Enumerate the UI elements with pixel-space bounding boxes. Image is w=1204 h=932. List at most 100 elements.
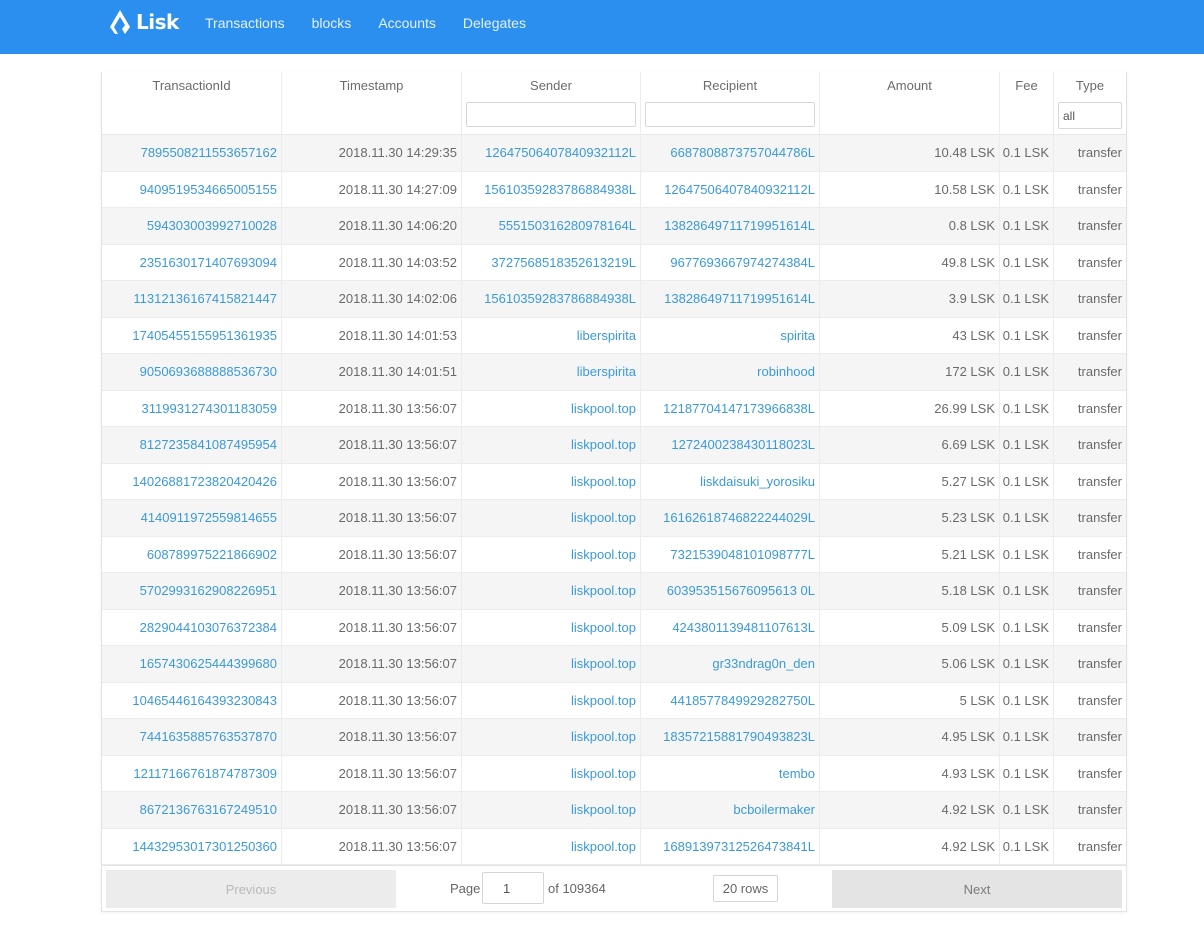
recipient-cell[interactable]: 16162618746822244029L <box>641 500 820 536</box>
nav-blocks[interactable]: blocks <box>312 15 352 31</box>
recipient-cell[interactable]: 13828649711719951614L <box>641 208 820 244</box>
nav-delegates[interactable]: Delegates <box>463 15 526 31</box>
recipient-filter-input[interactable] <box>645 102 815 127</box>
column-label: Recipient <box>702 78 758 93</box>
type-cell: transfer <box>1077 327 1122 343</box>
amount-cell: 5.06 LSK <box>820 646 1000 682</box>
transaction-id-cell[interactable]: 5702993162908226951 <box>102 573 282 609</box>
next-button[interactable]: Next <box>832 870 1122 908</box>
timestamp-cell: 2018.11.30 14:02:06 <box>282 281 462 317</box>
sender-cell[interactable]: liskpool.top <box>462 646 641 682</box>
recipient-cell[interactable]: gr33ndrag0n_den <box>641 646 820 682</box>
transaction-id-cell[interactable]: 2351630171407693094 <box>102 244 282 281</box>
nav-transactions[interactable]: Transactions <box>205 15 285 31</box>
recipient-cell[interactable]: 6687808873757044786L <box>641 135 820 171</box>
recipient-cell[interactable]: 18357215881790493823L <box>641 719 820 755</box>
sender-cell[interactable]: liskpool.top <box>462 755 641 792</box>
transaction-id-cell[interactable]: 14432953017301250360 <box>102 828 282 865</box>
transaction-id-cell[interactable]: 8127235841087495954 <box>102 427 282 463</box>
transaction-id-cell[interactable]: 10465446164393230843 <box>102 682 282 719</box>
sender-cell[interactable]: liskpool.top <box>462 427 641 463</box>
fee-cell: 0.1 LSK <box>1000 792 1054 828</box>
column-label: Type <box>1075 78 1105 93</box>
transaction-id-cell[interactable]: 12117166761874787309 <box>102 755 282 792</box>
transaction-id-cell[interactable]: 3119931274301183059 <box>102 390 282 427</box>
recipient-cell[interactable]: 16891397312526473841L <box>641 828 820 865</box>
table-row: 14026881723820420426 2018.11.30 13:56:07 l… <box>102 463 1126 500</box>
type-cell: transfer <box>1077 364 1122 379</box>
timestamp-cell: 2018.11.30 14:01:51 <box>282 354 462 390</box>
table-row: 11312136167415821447 2018.11.30 14:02:06 1… <box>102 281 1126 318</box>
type-cell: transfer <box>1077 729 1122 744</box>
sender-cell[interactable]: liskpool.top <box>462 682 641 719</box>
transaction-id-cell[interactable]: 594303003992710028 <box>102 208 282 244</box>
timestamp-cell: 2018.11.30 13:56:07 <box>282 390 462 427</box>
transaction-id-cell[interactable]: 11312136167415821447 <box>102 281 282 317</box>
sender-cell[interactable]: liberspirita <box>462 354 641 390</box>
recipient-cell[interactable]: 1272400238430118023L <box>641 427 820 463</box>
sender-cell[interactable]: 15610359283786884938L <box>462 171 641 208</box>
recipient-cell[interactable]: spirita <box>641 317 820 354</box>
recipient-cell[interactable]: 12187704147173966838L <box>641 390 820 427</box>
previous-button[interactable]: Previous <box>106 870 396 908</box>
sender-cell[interactable]: liberspirita <box>462 317 641 354</box>
top-navbar: Lisk Transactions blocks Accounts Delega… <box>0 0 1204 54</box>
sender-cell[interactable]: 555150316280978164L <box>462 208 641 244</box>
table-row: 9050693688888536730 2018.11.30 14:01:51 li… <box>102 354 1126 391</box>
rows-per-page-select[interactable]: 20 rows <box>713 875 778 902</box>
sender-cell[interactable]: liskpool.top <box>462 609 641 646</box>
transaction-id-cell[interactable]: 4140911972559814655 <box>102 500 282 536</box>
amount-cell: 3.9 LSK <box>820 281 1000 317</box>
transaction-id-cell[interactable]: 9409519534665005155 <box>102 171 282 208</box>
sender-cell[interactable]: 3727568518352613219L <box>462 244 641 281</box>
sender-cell[interactable]: liskpool.top <box>462 390 641 427</box>
sender-cell[interactable]: liskpool.top <box>462 536 641 573</box>
sender-cell[interactable]: 12647506407840932112L <box>462 135 641 171</box>
sender-filter-input[interactable] <box>466 102 636 127</box>
recipient-cell[interactable]: 12647506407840932112L <box>641 171 820 208</box>
transaction-id-cell[interactable]: 608789975221866902 <box>102 536 282 573</box>
transaction-id-cell[interactable]: 1657430625444399680 <box>102 646 282 682</box>
recipient-cell[interactable]: 13828649711719951614L <box>641 281 820 317</box>
recipient-cell[interactable]: 7321539048101098777L <box>641 536 820 573</box>
timestamp-cell: 2018.11.30 13:56:07 <box>282 792 462 828</box>
nav-accounts[interactable]: Accounts <box>378 15 436 31</box>
sender-cell[interactable]: liskpool.top <box>462 500 641 536</box>
amount-cell: 0.8 LSK <box>820 208 1000 244</box>
fee-cell: 0.1 LSK <box>1000 171 1054 208</box>
recipient-cell[interactable]: robinhood <box>641 354 820 390</box>
recipient-cell[interactable]: liskdaisuki_yorosiku <box>641 463 820 500</box>
sender-cell[interactable]: liskpool.top <box>462 573 641 609</box>
fee-cell: 0.1 LSK <box>1000 427 1054 463</box>
sender-cell[interactable]: liskpool.top <box>462 828 641 865</box>
sender-cell[interactable]: liskpool.top <box>462 463 641 500</box>
timestamp-cell: 2018.11.30 14:03:52 <box>282 244 462 281</box>
table-row: 4140911972559814655 2018.11.30 13:56:07 li… <box>102 500 1126 537</box>
transaction-id-cell[interactable]: 17405455155951361935 <box>102 317 282 354</box>
sender-cell[interactable]: liskpool.top <box>462 792 641 828</box>
amount-cell: 43 LSK <box>820 317 1000 354</box>
amount-cell: 10.48 LSK <box>820 135 1000 171</box>
transaction-id-cell[interactable]: 2829044103076372384 <box>102 609 282 646</box>
timestamp-cell: 2018.11.30 13:56:07 <box>282 646 462 682</box>
recipient-cell[interactable]: bcboilermaker <box>641 792 820 828</box>
sender-cell[interactable]: liskpool.top <box>462 719 641 755</box>
fee-cell: 0.1 LSK <box>1000 646 1054 682</box>
type-filter-select[interactable]: all <box>1058 102 1122 129</box>
transaction-id-cell[interactable]: 7895508211553657162 <box>102 135 282 171</box>
sender-cell[interactable]: 15610359283786884938L <box>462 281 641 317</box>
type-cell: transfer <box>1077 765 1122 781</box>
recipient-cell[interactable]: 4243801139481107613L <box>641 609 820 646</box>
recipient-cell[interactable]: tembo <box>641 755 820 792</box>
recipient-cell[interactable]: 4418577849929282750L <box>641 682 820 719</box>
lisk-logo[interactable]: Lisk <box>108 8 179 36</box>
transaction-id-cell[interactable]: 9050693688888536730 <box>102 354 282 390</box>
timestamp-cell: 2018.11.30 14:27:09 <box>282 171 462 208</box>
transaction-id-cell[interactable]: 8672136763167249510 <box>102 792 282 828</box>
transaction-id-cell[interactable]: 14026881723820420426 <box>102 463 282 500</box>
transaction-id-cell[interactable]: 7441635885763537870 <box>102 719 282 755</box>
table-row: 5702993162908226951 2018.11.30 13:56:07 li… <box>102 573 1126 610</box>
recipient-cell[interactable]: 603953515676095613 0L <box>641 573 820 609</box>
recipient-cell[interactable]: 9677693667974274384L <box>641 244 820 281</box>
page-number-input[interactable] <box>482 872 544 904</box>
